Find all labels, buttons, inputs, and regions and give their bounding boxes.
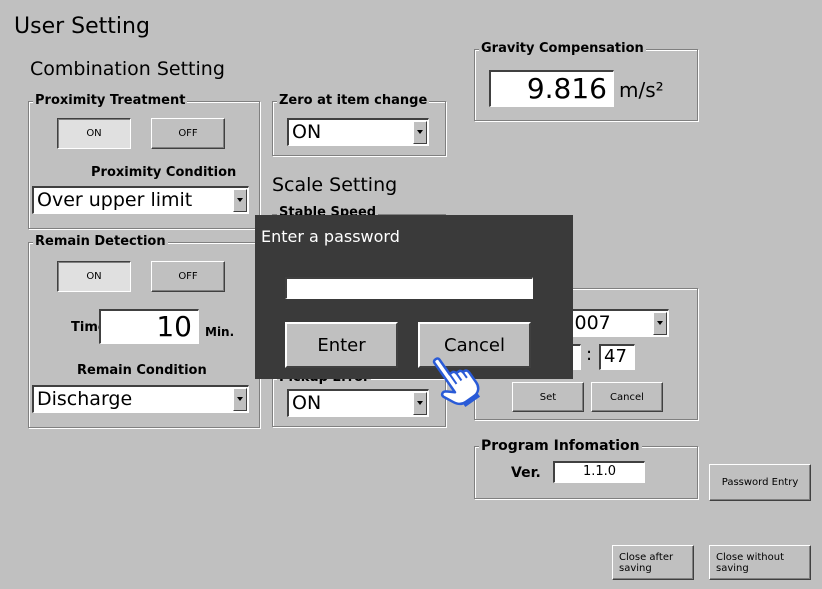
version-label: Ver.	[511, 465, 541, 481]
program-information-legend: Program Infomation	[479, 438, 642, 454]
chevron-down-icon[interactable]	[233, 388, 247, 411]
close-after-saving-line2: saving	[619, 562, 652, 574]
dialog-enter-button[interactable]: Enter	[285, 322, 398, 368]
pickup-error-value: ON	[292, 392, 322, 414]
page-title: User Setting	[14, 14, 150, 39]
proximity-condition-select[interactable]: Over upper limit	[32, 186, 249, 214]
program-information-group: Program Infomation Ver. 1.1.0	[474, 438, 698, 499]
datetime-cancel-button[interactable]: Cancel	[591, 382, 663, 412]
time-separator: :	[586, 344, 593, 365]
close-without-saving-button[interactable]: Close without saving	[709, 545, 811, 580]
second-field[interactable]: 47	[599, 344, 635, 370]
gravity-unit: m/s²	[619, 78, 664, 102]
close-without-saving-line2: saving	[716, 562, 749, 574]
password-dialog-title: Enter a password	[261, 227, 400, 246]
gravity-compensation-legend: Gravity Compensation	[479, 41, 646, 56]
proximity-on-button[interactable]: ON	[57, 118, 131, 149]
proximity-treatment-group: Proximity Treatment ON OFF Proximity Con…	[28, 93, 260, 229]
zero-at-item-change-select[interactable]: ON	[287, 118, 429, 146]
zero-at-item-change-group: Zero at item change ON	[272, 93, 446, 156]
close-after-saving-button[interactable]: Close after saving	[612, 545, 694, 580]
zero-at-item-change-legend: Zero at item change	[277, 93, 430, 108]
pointing-hand-cursor-icon	[432, 357, 480, 408]
chevron-down-icon[interactable]	[233, 189, 247, 212]
pickup-error-select[interactable]: ON	[287, 389, 429, 417]
time-input[interactable]: 10	[99, 309, 199, 344]
version-field: 1.1.0	[553, 461, 645, 483]
pickup-error-group: Pickup Error ON	[272, 370, 446, 427]
gravity-compensation-group: Gravity Compensation 9.816 m/s²	[474, 41, 698, 121]
remain-detection-legend: Remain Detection	[33, 234, 168, 249]
chevron-down-icon[interactable]	[653, 312, 667, 335]
time-unit: Min.	[205, 325, 235, 339]
password-input[interactable]	[285, 277, 533, 299]
proximity-off-button[interactable]: OFF	[151, 118, 225, 149]
remain-condition-value: Discharge	[37, 388, 133, 410]
remain-condition-label: Remain Condition	[77, 363, 207, 378]
user-setting-screen: User Setting Combination Setting Proximi…	[0, 0, 822, 589]
gravity-value-field[interactable]: 9.816	[489, 70, 614, 107]
password-entry-button[interactable]: Password Entry	[709, 464, 811, 501]
remain-on-button[interactable]: ON	[57, 261, 131, 292]
zero-at-item-change-value: ON	[292, 121, 322, 143]
close-after-saving-line1: Close after	[619, 551, 674, 563]
combination-setting-title: Combination Setting	[30, 58, 225, 80]
proximity-treatment-legend: Proximity Treatment	[33, 93, 188, 108]
chevron-down-icon[interactable]	[413, 121, 427, 144]
remain-condition-select[interactable]: Discharge	[32, 385, 249, 413]
close-without-saving-line1: Close without	[716, 551, 785, 563]
remain-off-button[interactable]: OFF	[151, 261, 225, 292]
proximity-condition-label: Proximity Condition	[91, 165, 237, 180]
password-dialog: Enter a password Enter Cancel	[255, 215, 573, 379]
proximity-condition-value: Over upper limit	[37, 189, 193, 211]
datetime-set-button[interactable]: Set	[512, 382, 584, 412]
remain-detection-group: Remain Detection ON OFF Time 10 Min. Rem…	[28, 234, 260, 428]
scale-setting-title: Scale Setting	[272, 174, 398, 196]
